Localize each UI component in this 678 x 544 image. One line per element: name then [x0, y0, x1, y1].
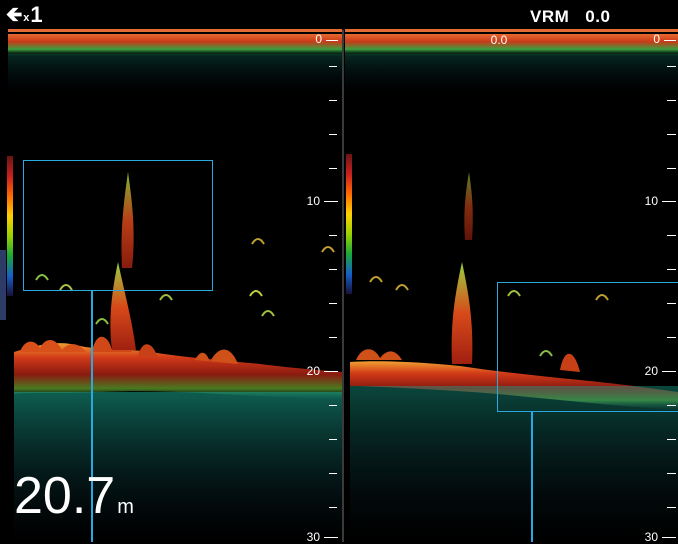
depth-value: 20.7 — [14, 467, 116, 525]
right-zoom-marker-line[interactable] — [531, 411, 533, 542]
depth-readout: 20.7 m — [14, 466, 134, 537]
depth-unit: m — [117, 496, 134, 518]
left-scale-label-20: 20 — [306, 364, 320, 378]
vrm-marker-label: 0.0 — [490, 33, 508, 47]
right-scale-label-20: 20 — [644, 364, 658, 378]
right-scale-label-10: 10 — [644, 194, 658, 208]
right-scale-label-0: 0 — [653, 32, 660, 46]
left-scale-label-0: 0 — [315, 32, 322, 46]
left-zoom-box[interactable] — [23, 160, 213, 291]
right-color-bar — [346, 154, 352, 294]
left-color-bar — [7, 156, 13, 296]
left-scale-label-10: 10 — [306, 194, 320, 208]
right-zoom-box[interactable] — [497, 282, 678, 412]
